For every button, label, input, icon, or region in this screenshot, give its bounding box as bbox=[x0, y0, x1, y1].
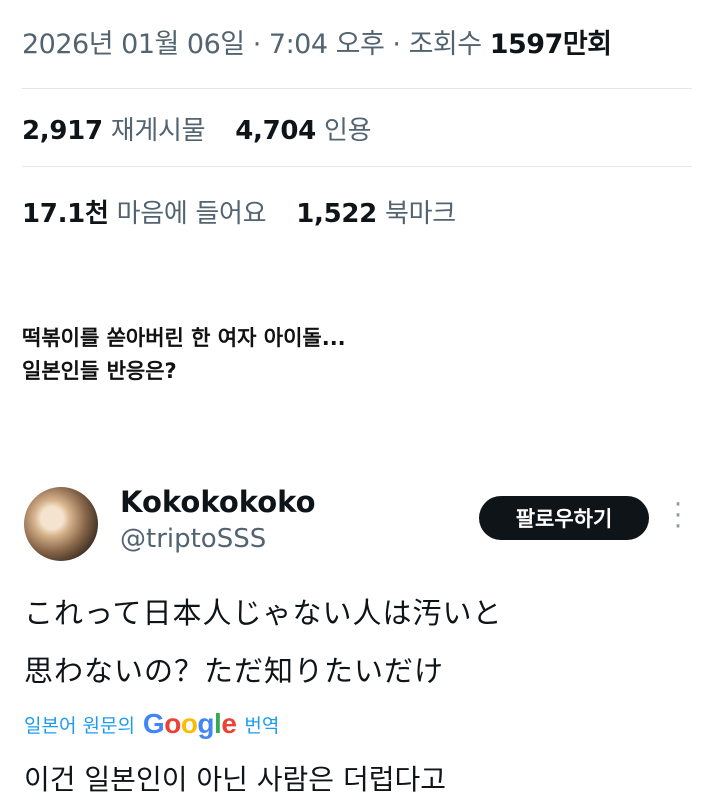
reply-text: これって日本人じゃない人は汚いと 思わないの？ただ知りたいだけ bbox=[24, 584, 694, 700]
likes-label: 마음에 들어요 bbox=[116, 199, 267, 229]
reply-text-line: これって日本人じゃない人は汚いと bbox=[24, 596, 503, 630]
translated-text: 이건 일본인이 아닌 사람은 더럽다고 bbox=[24, 763, 447, 796]
post-caption: 떡볶이를 쏟아버린 한 여자 아이돌... 일본인들 반응은? bbox=[22, 322, 692, 388]
views-count: 1597 bbox=[489, 29, 564, 60]
more-vertical-icon[interactable]: · · · bbox=[668, 492, 688, 540]
views-unit: 만회 bbox=[562, 29, 612, 60]
caption-line: 떡볶이를 쏟아버린 한 여자 아이돌... bbox=[22, 326, 346, 350]
quotes-stat[interactable]: 4,704 인용 bbox=[235, 110, 371, 147]
avatar[interactable] bbox=[24, 487, 98, 561]
reply-text-line: 思わないの？ただ知りたいだけ bbox=[24, 654, 445, 688]
tweet-date: 2026년 01월 06일 bbox=[22, 29, 245, 60]
engagement-row-1: 2,917 재게시물 4,704 인용 bbox=[22, 110, 702, 147]
translate-prefix: 일본어 원문의 bbox=[24, 714, 135, 737]
user-display-name[interactable]: Kokokokoko bbox=[120, 485, 316, 519]
translate-suffix: 번역 bbox=[244, 714, 280, 737]
bookmarks-count: 1,522 bbox=[296, 199, 377, 229]
reposts-stat[interactable]: 2,917 재게시물 bbox=[22, 110, 206, 147]
reposts-label: 재게시물 bbox=[110, 116, 206, 146]
likes-stat[interactable]: 17.1천 마음에 들어요 bbox=[22, 193, 267, 230]
likes-count: 17.1천 bbox=[22, 199, 109, 229]
caption-line: 일본인들 반응은? bbox=[22, 359, 177, 383]
bookmarks-label: 북마크 bbox=[384, 199, 456, 229]
user-handle[interactable]: @triptoSSS bbox=[120, 524, 266, 554]
engagement-row-2: 17.1천 마음에 들어요 1,522 북마크 bbox=[22, 193, 702, 230]
follow-button[interactable]: 팔로우하기 bbox=[479, 496, 649, 540]
tweet-detail-page: 2026년 01월 06일 · 7:04 오후 · 조회수 1597만회 2,9… bbox=[0, 0, 714, 803]
google-logo: Google bbox=[142, 708, 237, 739]
divider bbox=[22, 166, 692, 167]
bookmarks-stat[interactable]: 1,522 북마크 bbox=[296, 193, 456, 230]
quotes-label: 인용 bbox=[323, 116, 372, 146]
meta-separator: · bbox=[392, 29, 401, 60]
tweet-meta: 2026년 01월 06일 · 7:04 오후 · 조회수 1597만회 bbox=[22, 22, 702, 61]
views-label: 조회수 bbox=[408, 29, 483, 60]
tweet-time: 7:04 오후 bbox=[268, 29, 385, 60]
reposts-count: 2,917 bbox=[22, 116, 103, 146]
translate-link[interactable]: 일본어 원문의 Google 번역 bbox=[24, 706, 279, 742]
quotes-count: 4,704 bbox=[235, 116, 316, 146]
divider bbox=[22, 88, 692, 89]
meta-separator: · bbox=[252, 29, 262, 60]
